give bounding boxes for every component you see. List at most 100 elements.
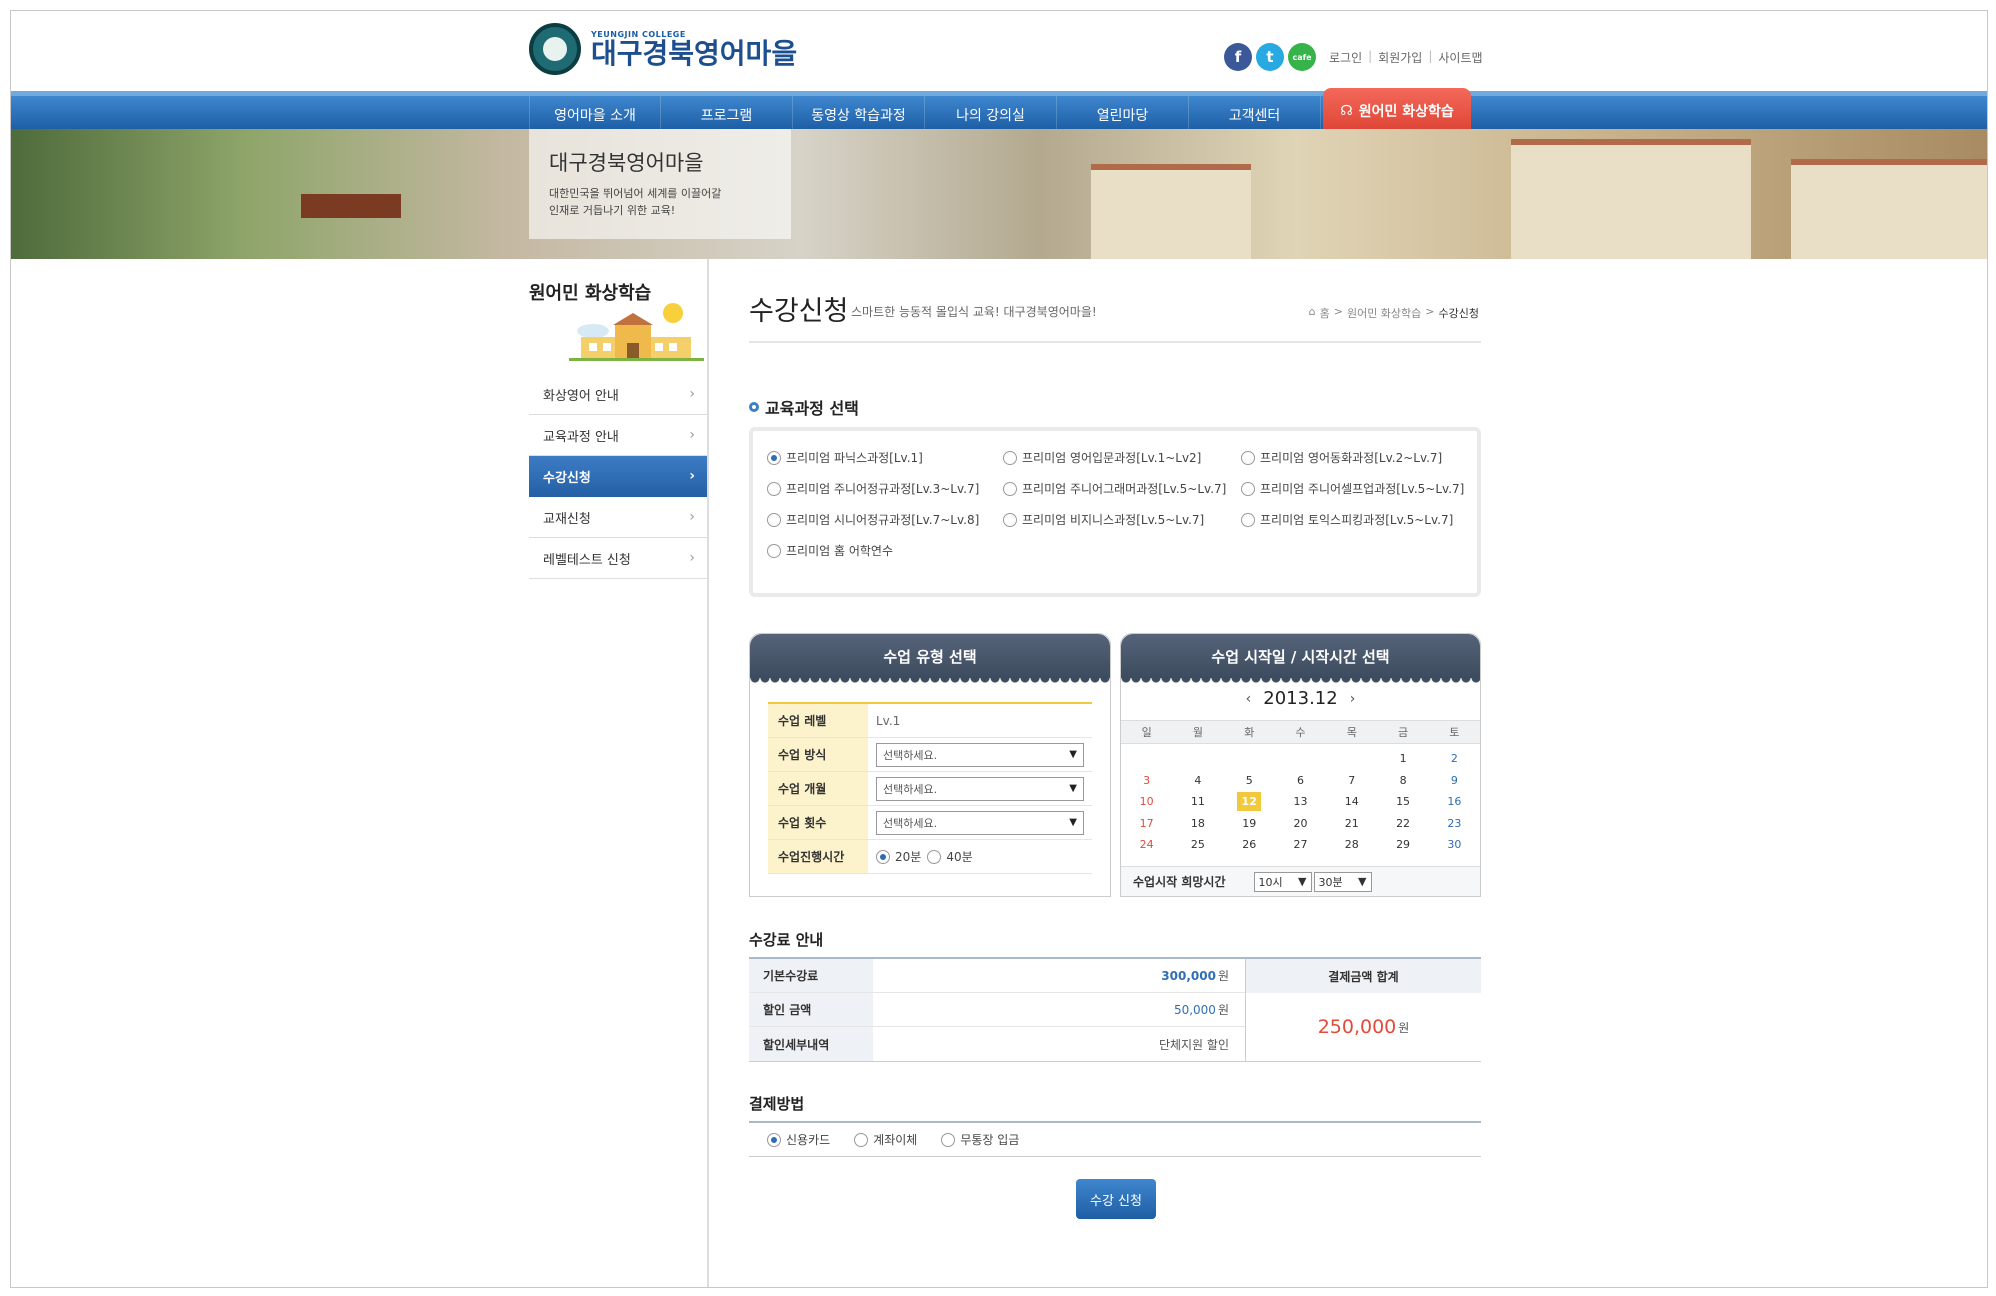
- count-row: 수업 횟수 선택하세요. ▼: [768, 806, 1092, 840]
- payment-radio[interactable]: [941, 1132, 956, 1147]
- next-month-icon[interactable]: ›: [1350, 691, 1356, 707]
- course-option[interactable]: 프리미엄 토익스피킹과정[Lv.5~Lv.7]: [1241, 511, 1471, 528]
- duration-option[interactable]: 20분: [876, 848, 921, 865]
- breadcrumb-item[interactable]: 홈: [1320, 305, 1330, 321]
- sidebar-item[interactable]: 레벨테스트 신청 ›: [529, 538, 707, 579]
- class-type-table: 수업 레벨 Lv.1 수업 방식 선택하세요. ▼ 수업 개월 선택하세요. ▼: [768, 702, 1092, 874]
- calendar-day[interactable]: 28: [1326, 838, 1377, 851]
- course-option[interactable]: 프리미엄 시니어정규과정[Lv.7~Lv.8]: [767, 511, 1003, 528]
- duration-option[interactable]: 40분: [927, 848, 973, 865]
- course-radio[interactable]: [767, 512, 781, 527]
- calendar-day[interactable]: 23: [1429, 817, 1480, 830]
- prev-month-icon[interactable]: ‹: [1246, 691, 1252, 707]
- duration-radio[interactable]: [876, 849, 890, 864]
- duration-label: 수업진행시간: [768, 840, 868, 873]
- calendar-day[interactable]: 13: [1275, 795, 1326, 808]
- site-logo[interactable]: YEUNGJIN COLLEGE 대구경북영어마을: [529, 23, 797, 75]
- course-option[interactable]: 프리미엄 주니어그래머과정[Lv.5~Lv.7]: [1003, 480, 1241, 497]
- course-option[interactable]: 프리미엄 주니어정규과정[Lv.3~Lv.7]: [767, 480, 1003, 497]
- breadcrumb-item[interactable]: 수강신청: [1439, 305, 1479, 321]
- payment-radio[interactable]: [767, 1132, 781, 1147]
- apply-button[interactable]: 수강 신청: [1076, 1179, 1156, 1219]
- course-option[interactable]: 프리미엄 비지니스과정[Lv.5~Lv.7]: [1003, 511, 1241, 528]
- calendar-day[interactable]: 24: [1121, 838, 1172, 851]
- sidebar-item[interactable]: 화상영어 안내 ›: [529, 374, 707, 415]
- breadcrumb-item[interactable]: 원어민 화상학습: [1347, 305, 1421, 321]
- weekday-label: 목: [1346, 726, 1357, 739]
- calendar-day[interactable]: 14: [1326, 795, 1377, 808]
- course-radio[interactable]: [767, 481, 781, 496]
- course-option[interactable]: 프리미엄 영어동화과정[Lv.2~Lv.7]: [1241, 449, 1471, 466]
- count-select[interactable]: 선택하세요. ▼: [876, 810, 1084, 835]
- calendar-day[interactable]: 25: [1172, 838, 1223, 851]
- calendar-day[interactable]: 5: [1224, 774, 1275, 787]
- top-link[interactable]: 로그인: [1329, 49, 1362, 66]
- calendar-day[interactable]: 19: [1224, 817, 1275, 830]
- months-select[interactable]: 선택하세요. ▼: [876, 776, 1084, 801]
- top-bar: YEUNGJIN COLLEGE 대구경북영어마을 f t cafe 로그인 | 회원가…: [11, 11, 1987, 91]
- minute-select[interactable]: 30분 ▼: [1313, 871, 1372, 892]
- sidebar-item[interactable]: 교육과정 안내 ›: [529, 415, 707, 456]
- course-radio[interactable]: [767, 450, 781, 465]
- duration-radio[interactable]: [927, 849, 942, 864]
- course-radio[interactable]: [1003, 481, 1017, 496]
- calendar-day[interactable]: 21: [1326, 817, 1377, 830]
- course-radio[interactable]: [1241, 481, 1255, 496]
- payment-option[interactable]: 계좌이체: [854, 1131, 917, 1148]
- calendar-day[interactable]: 2: [1429, 752, 1480, 765]
- course-radio[interactable]: [1003, 512, 1017, 527]
- social-links: f t cafe: [1224, 43, 1316, 71]
- base-fee-label: 기본수강료: [749, 959, 873, 992]
- calendar-day[interactable]: 29: [1377, 838, 1428, 851]
- hour-select[interactable]: 10시 ▼: [1253, 871, 1312, 892]
- course-option-label: 프리미엄 비지니스과정[Lv.5~Lv.7]: [1022, 513, 1205, 527]
- course-radio[interactable]: [1003, 450, 1017, 465]
- course-option[interactable]: 프리미엄 홈 어학연수: [767, 542, 1003, 559]
- calendar-day[interactable]: 7: [1326, 774, 1377, 787]
- course-radio[interactable]: [1241, 512, 1255, 527]
- title-divider: [749, 341, 1481, 343]
- calendar-day[interactable]: 9: [1429, 774, 1480, 787]
- calendar-day[interactable]: 16: [1429, 795, 1480, 808]
- calendar-day[interactable]: 22: [1377, 817, 1428, 830]
- calendar-day[interactable]: 17: [1121, 817, 1172, 830]
- facebook-icon[interactable]: f: [1224, 43, 1252, 71]
- payment-radio[interactable]: [854, 1132, 869, 1147]
- course-option[interactable]: 프리미엄 영어입문과정[Lv.1~Lv2]: [1003, 449, 1241, 466]
- cafe-icon[interactable]: cafe: [1288, 43, 1316, 71]
- calendar-day[interactable]: 4: [1172, 774, 1223, 787]
- fee-table: 기본수강료 300,000 원 할인 금액 50,000 원 할인세부내역 단체지원…: [749, 957, 1481, 1062]
- calendar-day[interactable]: 3: [1121, 774, 1172, 787]
- nav-video-learning-button[interactable]: ☊ 원어민 화상학습: [1323, 88, 1471, 134]
- payment-option[interactable]: 무통장 입금: [941, 1131, 1019, 1148]
- course-option[interactable]: 프리미엄 파닉스과정[Lv.1]: [767, 449, 1003, 466]
- payment-option[interactable]: 신용카드: [767, 1131, 830, 1148]
- calendar-day[interactable]: 10: [1121, 795, 1172, 808]
- calendar-day[interactable]: 11: [1172, 795, 1223, 808]
- course-radio[interactable]: [1241, 450, 1255, 465]
- calendar-day[interactable]: 8: [1377, 774, 1428, 787]
- twitter-icon[interactable]: t: [1256, 43, 1284, 71]
- top-link[interactable]: 회원가입: [1378, 49, 1422, 66]
- college-emblem-icon: [529, 23, 581, 75]
- page-subtitle: 스마트한 능동적 몰입식 교육! 대구경북영어마을!: [851, 305, 1097, 319]
- course-option[interactable]: 프리미엄 주니어셀프업과정[Lv.5~Lv.7]: [1241, 480, 1471, 497]
- calendar-day[interactable]: 15: [1377, 795, 1428, 808]
- home-icon[interactable]: ⌂: [1309, 305, 1316, 321]
- sidebar-item[interactable]: 수강신청 ›: [529, 456, 707, 497]
- top-link[interactable]: 사이트맵: [1438, 49, 1482, 66]
- calendar-day[interactable]: 6: [1275, 774, 1326, 787]
- calendar-day[interactable]: 18: [1172, 817, 1223, 830]
- calendar-day[interactable]: 26: [1224, 838, 1275, 851]
- weekday-label: 일: [1141, 726, 1152, 739]
- calendar-day[interactable]: 27: [1275, 838, 1326, 851]
- calendar-day[interactable]: 1: [1377, 752, 1428, 765]
- calendar-day[interactable]: 20: [1275, 817, 1326, 830]
- sidebar-item[interactable]: 교재신청 ›: [529, 497, 707, 538]
- method-label: 수업 방식: [768, 738, 868, 771]
- level-row: 수업 레벨 Lv.1: [768, 704, 1092, 738]
- calendar-day[interactable]: 30: [1429, 838, 1480, 851]
- method-select[interactable]: 선택하세요. ▼: [876, 742, 1084, 767]
- course-radio[interactable]: [767, 543, 781, 558]
- calendar-day[interactable]: 12: [1237, 792, 1262, 812]
